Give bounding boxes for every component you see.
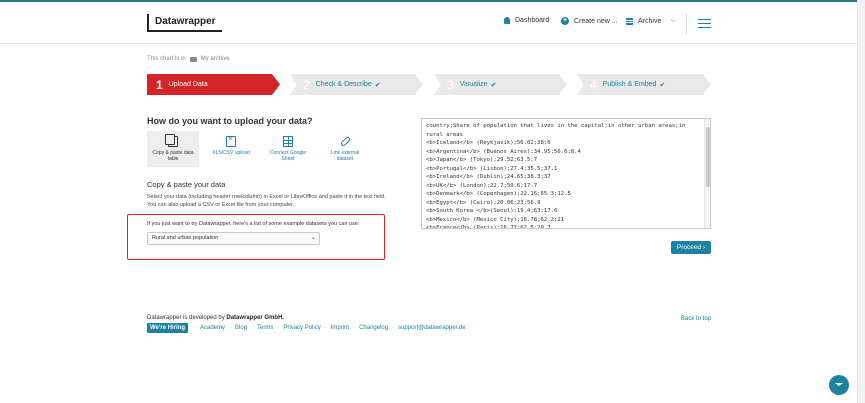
step-visualize[interactable]: 3 Visualize ✔ [434, 74, 567, 95]
data-textarea-content: country;Share of population that lives i… [426, 123, 686, 229]
check-icon: ✔ [374, 81, 381, 89]
footer-links: We're Hiring · Academy · Blog · Terms · … [147, 323, 466, 333]
plus-circle-icon: + [561, 17, 569, 25]
breadcrumb: This chart is in My archive [147, 56, 230, 62]
chevron-right-icon: › [702, 244, 706, 251]
folder-icon [189, 56, 197, 62]
step-label: Visualize [459, 81, 488, 88]
spreadsheet-icon [283, 136, 293, 147]
step-check-describe[interactable]: 2 Check & Describe ✔ [290, 74, 423, 95]
footer-dev-company[interactable]: Datawrapper GmbH. [226, 315, 284, 321]
check-icon: ✔ [659, 81, 666, 89]
paste-section-title: Copy & paste your data [147, 180, 226, 189]
example-dataset-selected: Rural and urban population [152, 235, 219, 241]
step-label: Check & Describe [315, 81, 372, 88]
datawrapper-logo[interactable]: Datawrapper [147, 14, 222, 32]
step-upload-data[interactable]: 1 Upload Data [147, 74, 280, 95]
upload-option-label-2: Sheet [281, 156, 295, 162]
upload-option-copy-paste[interactable]: Copy & paste data table [147, 131, 199, 167]
page-scrollbar[interactable] [857, 0, 865, 403]
step-label: Publish & Embed [602, 81, 657, 88]
separator: · [229, 325, 232, 331]
footer-dev-prefix: Datawrapper is developed by [147, 315, 225, 321]
nav-create-new[interactable]: + Create new ... [561, 17, 618, 25]
footer-link-privacy[interactable]: Privacy Policy [283, 325, 320, 331]
breadcrumb-prefix: This chart is in [147, 56, 186, 62]
nav-dashboard-label: Dashboard [515, 17, 550, 24]
separator: · [194, 325, 196, 331]
upload-option-external-link[interactable]: Link external dataset [319, 131, 371, 167]
separator: · [353, 325, 356, 331]
copy-paste-icon [165, 134, 178, 147]
back-to-top-link[interactable]: Back to top [681, 316, 711, 322]
example-datasets-label: If you just want to try Datawrapper, her… [147, 221, 360, 227]
upload-option-google-sheet[interactable]: Connect Google Sheet [262, 131, 314, 167]
step-number: 4 [590, 77, 597, 92]
footer-link-terms[interactable]: Terms [257, 325, 273, 331]
footer-link-blog[interactable]: Blog [235, 325, 247, 331]
footer-link-imprint[interactable]: Imprint [331, 325, 349, 331]
footer-link-academy[interactable]: Academy [200, 325, 225, 331]
nav-dashboard[interactable]: Dashboard [504, 17, 549, 24]
step-number: 1 [156, 77, 163, 92]
check-icon: ✔ [490, 81, 497, 89]
proceed-label: Proceed [676, 244, 702, 251]
separator: · [277, 325, 280, 331]
textarea-scrollbar[interactable] [704, 119, 710, 228]
nav-create-new-label: Create new ... [574, 17, 618, 25]
scrollbar-thumb[interactable] [706, 127, 710, 187]
proceed-button[interactable]: Proceed › [671, 241, 711, 254]
example-dataset-select[interactable]: Rural and urban population ⌄ [147, 232, 320, 245]
footer-developer-line: Datawrapper is developed by Datawrapper … [147, 315, 284, 321]
link-icon [339, 135, 351, 148]
graduation-cap-help-button[interactable] [829, 375, 849, 395]
upload-option-label-2: dataset [336, 156, 354, 162]
step-number: 2 [303, 77, 310, 92]
separator: · [324, 325, 327, 331]
header: Datawrapper Dashboard + Create new ... A… [0, 2, 857, 44]
upload-question-title: How do you want to upload your data? [147, 116, 313, 126]
nav-divider [686, 13, 687, 35]
paste-description: Select your data (including header row/c… [147, 194, 386, 208]
separator: · [251, 325, 254, 331]
breadcrumb-folder[interactable]: My archive [201, 56, 230, 62]
nav-archive-label: Archive [638, 17, 662, 25]
data-textarea[interactable]: country;Share of population that lives i… [421, 118, 711, 229]
chevron-down-icon: ⌵ [670, 17, 676, 24]
step-navigation: 1 Upload Data 2 Check & Describe ✔ 3 Vis… [147, 74, 711, 95]
upload-option-label: XLS/CSV upload [212, 150, 250, 156]
upload-option-xls-csv[interactable]: XLS/CSV upload [205, 131, 257, 167]
footer-link-changelog[interactable]: Changelog [359, 325, 388, 331]
hiring-badge[interactable]: We're Hiring [147, 323, 188, 333]
upload-option-label-2: table [167, 156, 179, 162]
excel-file-icon [226, 136, 236, 147]
bell-icon [504, 17, 510, 24]
chevron-down-icon: ⌄ [310, 235, 316, 241]
nav-archive[interactable]: Archive ⌵ [626, 17, 676, 25]
footer-link-support[interactable]: support@datawrapper.de [398, 325, 465, 331]
archive-icon [626, 17, 633, 25]
hamburger-menu-icon[interactable] [698, 19, 711, 28]
separator: · [392, 325, 395, 331]
step-number: 3 [447, 77, 454, 92]
step-label: Upload Data [168, 81, 208, 88]
step-publish-embed[interactable]: 4 Publish & Embed ✔ [577, 74, 711, 95]
